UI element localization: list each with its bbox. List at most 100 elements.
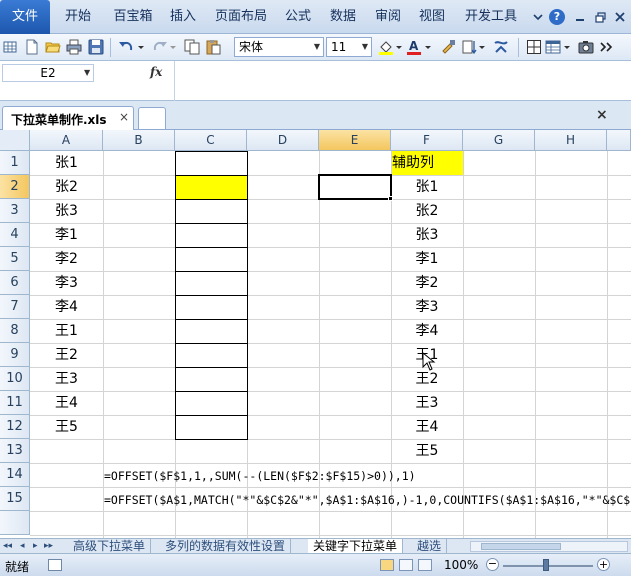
cell-f4[interactable]: 张3 xyxy=(391,223,463,247)
font-size-select[interactable]: 11 ▼ xyxy=(326,37,372,57)
row-header-13[interactable]: 13 xyxy=(0,439,30,463)
cell-f12[interactable]: 王4 xyxy=(391,415,463,439)
row-header-7[interactable]: 7 xyxy=(0,295,30,319)
page-layout-view-icon[interactable] xyxy=(399,559,413,571)
table-format-icon[interactable] xyxy=(545,39,561,55)
sheet-tab-multicolumn-validation[interactable]: 多列的数据有效性设置 xyxy=(160,539,292,554)
cell-f8[interactable]: 李4 xyxy=(391,319,463,343)
cell-f11[interactable]: 王3 xyxy=(391,391,463,415)
insert-function-icon[interactable]: fx xyxy=(150,65,162,79)
table-format-dropdown-icon[interactable] xyxy=(563,39,571,55)
cell-a8[interactable]: 王1 xyxy=(55,319,78,343)
scrollbar-thumb[interactable] xyxy=(481,543,561,550)
cell-a7[interactable]: 李4 xyxy=(55,295,78,319)
column-header-a[interactable]: A xyxy=(30,130,103,151)
cell-a9[interactable]: 王2 xyxy=(55,343,78,367)
cell-b15-formula-text[interactable]: =OFFSET($A$1,MATCH("*"&$C$2&"*",$A$1:$A$… xyxy=(104,488,631,512)
cell-f13[interactable]: 王5 xyxy=(391,439,463,463)
new-workbook-tab[interactable] xyxy=(138,107,166,129)
select-all-corner[interactable] xyxy=(0,130,30,151)
column-header-c[interactable]: C xyxy=(175,130,247,151)
close-workbook-icon[interactable]: × xyxy=(596,107,608,123)
cell-f6[interactable]: 李2 xyxy=(391,271,463,295)
restore-window-icon[interactable] xyxy=(593,9,609,25)
redo-icon[interactable] xyxy=(152,39,168,55)
copy-icon[interactable] xyxy=(184,39,200,55)
cell-b14-formula-text[interactable]: =OFFSET($F$1,1,,SUM(--(LEN($F$2:$F$15)>0… xyxy=(104,464,416,488)
cell-a6[interactable]: 李3 xyxy=(55,271,78,295)
column-header-d[interactable]: D xyxy=(247,130,319,151)
cell-a10[interactable]: 王3 xyxy=(55,367,78,391)
borders-icon[interactable] xyxy=(526,39,542,55)
fill-handle[interactable] xyxy=(388,196,393,201)
cell-a5[interactable]: 李2 xyxy=(55,247,78,271)
record-macro-icon[interactable] xyxy=(48,559,62,571)
tab-formulas[interactable]: 公式 xyxy=(280,0,316,34)
cell-a4[interactable]: 李1 xyxy=(55,223,78,247)
close-tab-icon[interactable]: × xyxy=(119,110,129,124)
column-header-e[interactable]: E xyxy=(319,130,391,151)
cell-f1-helper-header[interactable]: 辅助列 xyxy=(392,151,434,175)
formula-input[interactable] xyxy=(174,61,631,101)
tab-insert[interactable]: 插入 xyxy=(164,0,202,34)
cell-f7[interactable]: 李3 xyxy=(391,295,463,319)
paste-icon[interactable] xyxy=(205,39,221,55)
horizontal-scrollbar[interactable] xyxy=(470,541,628,552)
cell-a1[interactable]: 张1 xyxy=(55,151,78,175)
cell-a12[interactable]: 王5 xyxy=(55,415,78,439)
cell-a11[interactable]: 王4 xyxy=(55,391,78,415)
zoom-out-icon[interactable]: − xyxy=(486,558,499,571)
sheet-tab-keyword-dropdown[interactable]: 关键字下拉菜单 xyxy=(308,539,404,554)
column-header-h[interactable]: H xyxy=(535,130,607,151)
close-window-icon[interactable] xyxy=(612,9,628,25)
row-header-6[interactable]: 6 xyxy=(0,271,30,295)
cell-f5[interactable]: 李1 xyxy=(391,247,463,271)
sheet-tab-advanced-dropdown[interactable]: 高级下拉菜单 xyxy=(68,539,152,554)
column-header-g[interactable]: G xyxy=(463,130,535,151)
zoom-slider-thumb[interactable] xyxy=(543,559,549,571)
help-icon[interactable]: ? xyxy=(549,9,565,25)
minimize-window-icon[interactable] xyxy=(572,9,588,25)
row-header-1[interactable]: 1 xyxy=(0,151,30,175)
spreadsheet-grid[interactable]: A B C D E F G H 1 2 3 4 5 6 7 8 9 10 11 12 13 14 15 张1 张2 张3 李1 李2… xyxy=(0,130,631,538)
row-header-14[interactable]: 14 xyxy=(0,463,30,487)
undo-dropdown-icon[interactable] xyxy=(136,39,146,55)
row-header-12[interactable]: 12 xyxy=(0,415,30,439)
last-sheet-icon[interactable]: ▸▸ xyxy=(44,539,53,553)
page-break-view-icon[interactable] xyxy=(418,559,432,571)
more-tools-icon[interactable] xyxy=(598,39,614,55)
row-header-5[interactable]: 5 xyxy=(0,247,30,271)
fill-color-icon[interactable] xyxy=(378,39,394,55)
open-folder-icon[interactable] xyxy=(45,39,61,55)
fill-color-dropdown-icon[interactable] xyxy=(395,39,403,55)
column-header-f[interactable]: F xyxy=(391,130,463,151)
row-header-15[interactable]: 15 xyxy=(0,487,30,511)
name-box-dropdown-icon[interactable]: ▼ xyxy=(84,68,90,77)
zoom-in-icon[interactable]: + xyxy=(597,558,610,571)
column-header-b[interactable]: B xyxy=(103,130,175,151)
row-header-10[interactable]: 10 xyxy=(0,367,30,391)
grid-icon[interactable] xyxy=(2,39,18,55)
active-cell-e2[interactable] xyxy=(318,174,392,200)
row-header-11[interactable]: 11 xyxy=(0,391,30,415)
name-box[interactable]: E2 xyxy=(2,64,94,82)
tab-data[interactable]: 数据 xyxy=(325,0,361,34)
cell-f3[interactable]: 张2 xyxy=(391,199,463,223)
column-header-partial[interactable] xyxy=(607,130,631,151)
tab-file[interactable]: 文件 xyxy=(0,0,50,34)
prev-sheet-icon[interactable]: ◂ xyxy=(20,539,25,553)
font-color-icon[interactable]: A xyxy=(406,39,422,55)
row-header-3[interactable]: 3 xyxy=(0,199,30,223)
row-header-partial[interactable] xyxy=(0,511,30,535)
row-header-9[interactable]: 9 xyxy=(0,343,30,367)
tab-review[interactable]: 审阅 xyxy=(370,0,406,34)
sort-dropdown-icon[interactable] xyxy=(478,39,486,55)
row-header-2[interactable]: 2 xyxy=(0,175,30,199)
tab-view[interactable]: 视图 xyxy=(414,0,450,34)
tab-toolbox[interactable]: 百宝箱 xyxy=(108,0,158,34)
sort-icon[interactable] xyxy=(462,39,478,55)
redo-dropdown-icon[interactable] xyxy=(168,39,178,55)
font-name-select[interactable]: 宋体 ▼ xyxy=(234,37,324,57)
format-painter-icon[interactable] xyxy=(440,39,456,55)
tab-page-layout[interactable]: 页面布局 xyxy=(210,0,272,34)
